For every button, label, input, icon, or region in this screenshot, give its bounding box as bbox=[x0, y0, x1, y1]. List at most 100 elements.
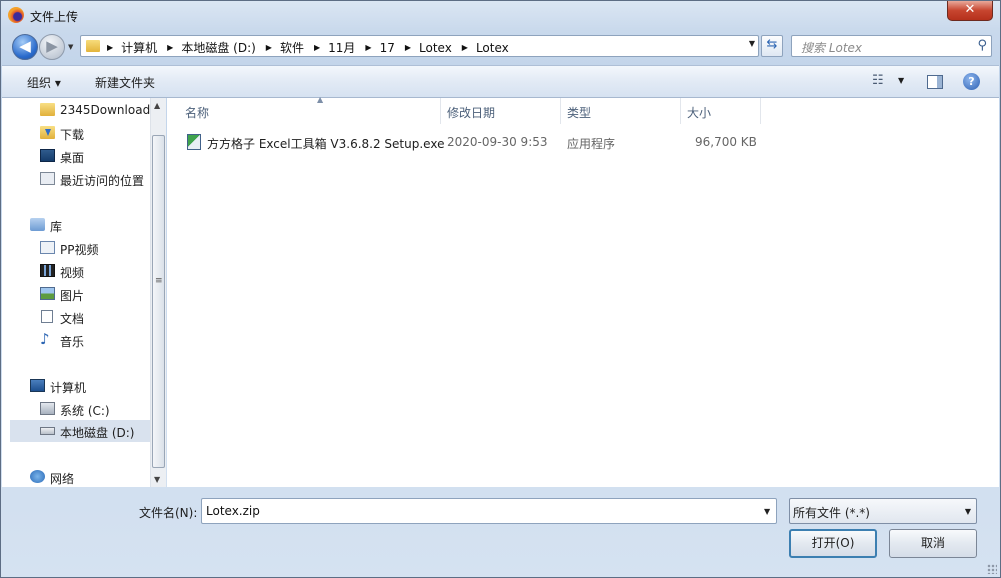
chevron-right-icon[interactable]: ▶ bbox=[405, 43, 411, 52]
desktop-icon bbox=[40, 149, 55, 162]
breadcrumb-item[interactable]: 11月 bbox=[328, 39, 355, 56]
recent-pages-dropdown-icon[interactable]: ▼ bbox=[68, 43, 73, 51]
organize-button[interactable]: 组织 ▾ bbox=[27, 74, 61, 91]
installer-icon bbox=[187, 134, 201, 150]
file-type-filter[interactable]: 所有文件 (*.*) ▼ bbox=[789, 498, 977, 524]
column-header-type[interactable]: 类型 bbox=[561, 98, 681, 124]
address-dropdown-icon[interactable]: ▼ bbox=[749, 39, 755, 48]
column-header-label: 修改日期 bbox=[447, 106, 496, 120]
scroll-thumb[interactable]: ≡ bbox=[152, 135, 165, 468]
breadcrumb-item[interactable]: 17 bbox=[380, 41, 395, 55]
sidebar-item-pictures[interactable]: 图片 bbox=[2, 283, 150, 305]
scroll-up-icon[interactable]: ▲ bbox=[154, 101, 160, 110]
sidebar-item-music[interactable]: ♪ 音乐 bbox=[2, 329, 150, 351]
video-folder-icon bbox=[40, 241, 55, 254]
breadcrumb-item[interactable]: Lotex bbox=[419, 41, 452, 55]
sidebar-item-libraries[interactable]: 库 bbox=[2, 214, 150, 236]
column-header-label: 类型 bbox=[567, 106, 592, 120]
column-header-label: 大小 bbox=[687, 106, 712, 120]
nav-scrollbar[interactable]: ▲ ≡ ▼ bbox=[150, 98, 166, 487]
back-button[interactable]: ◀ bbox=[12, 34, 38, 60]
chevron-right-icon[interactable]: ▶ bbox=[365, 43, 371, 52]
file-list: ▲ 名称 修改日期 类型 大小 方方格子 Excel工具箱 V3.6.8.2 S… bbox=[167, 95, 999, 487]
chevron-right-icon[interactable]: ▶ bbox=[314, 43, 320, 52]
sidebar-item-network[interactable]: 网络 bbox=[2, 466, 150, 488]
document-icon bbox=[41, 310, 53, 323]
breadcrumb-item[interactable]: 软件 bbox=[280, 39, 304, 56]
column-header-date[interactable]: 修改日期 bbox=[441, 98, 561, 124]
forward-button[interactable]: ▶ bbox=[39, 34, 65, 60]
sidebar-item-label: PP视频 bbox=[60, 243, 99, 257]
sidebar-item-drive-d[interactable]: 本地磁盘 (D:) bbox=[10, 420, 150, 442]
sidebar-item-label: 视频 bbox=[60, 266, 85, 280]
filename-dropdown-icon[interactable]: ▼ bbox=[764, 507, 770, 516]
sidebar-item-label: 系统 (C:) bbox=[60, 404, 110, 418]
column-header-label: 名称 bbox=[185, 106, 210, 120]
sidebar-item-recent[interactable]: 最近访问的位置 bbox=[2, 168, 150, 190]
drive-icon bbox=[40, 427, 55, 435]
network-icon bbox=[30, 470, 45, 483]
sidebar-item-videos[interactable]: 视频 bbox=[2, 260, 150, 282]
sidebar-item-computer[interactable]: 计算机 bbox=[2, 375, 150, 397]
file-size: 96,700 KB bbox=[695, 135, 757, 149]
breadcrumb-item[interactable]: 计算机 bbox=[121, 39, 157, 56]
file-row[interactable]: 方方格子 Excel工具箱 V3.6.8.2 Setup.exe 2020-09… bbox=[185, 132, 805, 152]
chevron-down-icon: ▼ bbox=[964, 507, 971, 516]
sidebar-item-downloads[interactable]: 下载 bbox=[2, 122, 150, 144]
chevron-right-icon[interactable]: ▶ bbox=[167, 43, 173, 52]
sidebar-item-documents[interactable]: 文档 bbox=[2, 306, 150, 328]
download-icon bbox=[40, 126, 55, 139]
view-dropdown-icon[interactable]: ▼ bbox=[898, 76, 904, 85]
file-date: 2020-09-30 9:53 bbox=[447, 135, 548, 149]
new-folder-button[interactable]: 新建文件夹 bbox=[95, 74, 155, 91]
preview-pane-icon[interactable] bbox=[927, 75, 943, 89]
help-icon[interactable]: ? bbox=[963, 73, 980, 90]
folder-icon bbox=[40, 103, 55, 116]
column-header-size[interactable]: 大小 bbox=[681, 98, 761, 124]
file-type-filter-value: 所有文件 (*.*) bbox=[793, 506, 870, 520]
sidebar-item-label: 计算机 bbox=[50, 381, 87, 395]
scroll-down-icon[interactable]: ▼ bbox=[154, 475, 160, 484]
breadcrumb-item[interactable]: Lotex bbox=[476, 41, 509, 55]
picture-icon bbox=[40, 287, 55, 300]
cancel-button[interactable]: 取消 bbox=[889, 529, 977, 558]
title-bar: 文件上传 ✕ bbox=[1, 1, 1000, 31]
computer-icon bbox=[30, 379, 45, 392]
sidebar-item-label: 图片 bbox=[60, 289, 85, 303]
filename-input[interactable] bbox=[201, 498, 777, 524]
file-name: 方方格子 Excel工具箱 V3.6.8.2 Setup.exe bbox=[207, 137, 445, 151]
sidebar-item-2345downloads[interactable]: 2345Downloads bbox=[2, 99, 156, 121]
chevron-right-icon[interactable]: ▶ bbox=[266, 43, 272, 52]
sidebar-item-label: 最近访问的位置 bbox=[60, 174, 145, 188]
search-input[interactable]: 搜索 Lotex ⚲ bbox=[791, 35, 992, 57]
open-button[interactable]: 打开(O) bbox=[789, 529, 877, 558]
file-upload-dialog: 文件上传 ✕ ◀ ▶ ▼ ▶ 计算机 ▶ 本地磁盘 (D:) ▶ 软件 ▶ 11… bbox=[0, 0, 1001, 578]
close-button[interactable]: ✕ bbox=[947, 1, 993, 21]
refresh-button[interactable]: ⇆ bbox=[761, 35, 783, 57]
video-icon bbox=[40, 264, 55, 277]
music-icon: ♪ bbox=[40, 330, 50, 348]
filename-label: 文件名(N): bbox=[139, 506, 198, 520]
sidebar-item-label: 库 bbox=[50, 220, 63, 234]
sidebar-item-desktop[interactable]: 桌面 bbox=[2, 145, 150, 167]
recent-icon bbox=[40, 172, 55, 185]
drive-c-icon bbox=[40, 402, 55, 415]
window-title: 文件上传 bbox=[30, 10, 79, 24]
command-toolbar: 组织 ▾ 新建文件夹 ☷ ▼ ? bbox=[2, 65, 999, 98]
column-header-name[interactable]: ▲ 名称 bbox=[179, 95, 441, 124]
sidebar-item-pp-video[interactable]: PP视频 bbox=[2, 237, 150, 259]
chevron-right-icon[interactable]: ▶ bbox=[107, 43, 113, 52]
sidebar-item-drive-c[interactable]: 系统 (C:) bbox=[2, 398, 150, 420]
search-icon[interactable]: ⚲ bbox=[977, 38, 987, 53]
sidebar-item-label: 桌面 bbox=[60, 151, 85, 165]
sidebar-item-label: 文档 bbox=[60, 312, 85, 326]
chevron-right-icon[interactable]: ▶ bbox=[462, 43, 468, 52]
resize-grip-icon[interactable] bbox=[987, 564, 997, 574]
breadcrumb-item[interactable]: 本地磁盘 (D:) bbox=[181, 39, 255, 56]
sidebar-item-label: 网络 bbox=[50, 472, 75, 486]
view-options-icon[interactable]: ☷ bbox=[872, 73, 884, 88]
grip-icon: ≡ bbox=[155, 276, 163, 286]
sidebar-item-label: 下载 bbox=[60, 128, 85, 142]
address-bar[interactable]: ▶ 计算机 ▶ 本地磁盘 (D:) ▶ 软件 ▶ 11月 ▶ 17 ▶ Lote… bbox=[80, 35, 759, 57]
firefox-icon bbox=[8, 7, 24, 23]
